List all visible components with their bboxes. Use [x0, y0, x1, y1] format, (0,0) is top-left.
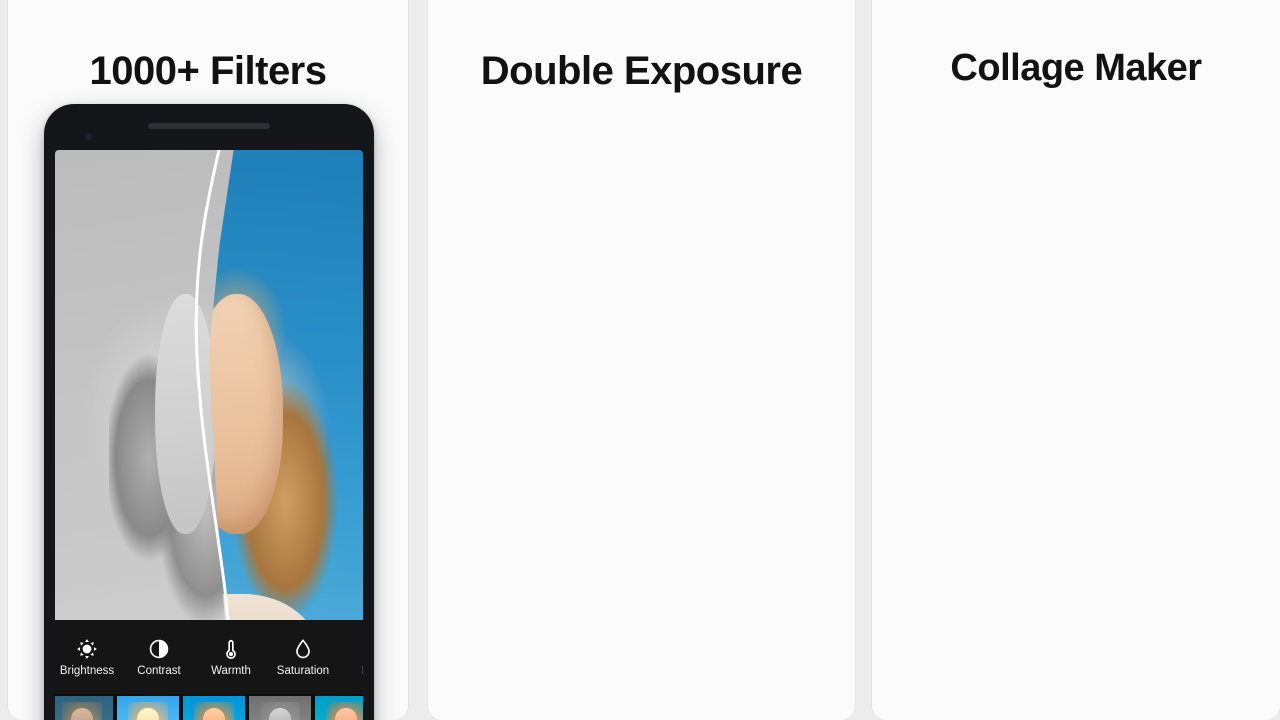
panel-filters: 1000+ Filters Brightness Contrast Warmth…	[8, 0, 408, 720]
portrait-face-before	[155, 294, 216, 534]
adjust-toolbar[interactable]: Brightness Contrast Warmth Saturation	[55, 620, 363, 694]
filter-thumbnail-strip[interactable]: Original Bright Story	[55, 694, 363, 720]
filter-thumbnail-original[interactable]: Original	[55, 696, 113, 720]
panel-collage-maker: Collage Maker	[872, 0, 1280, 720]
earpiece-speaker-icon	[148, 123, 270, 129]
contrast-icon	[148, 637, 170, 661]
adjust-tool-saturation[interactable]: Saturation	[267, 637, 339, 678]
phone-screen-filters: Brightness Contrast Warmth Saturation	[55, 150, 363, 720]
phone-device-filters: Brightness Contrast Warmth Saturation	[44, 104, 374, 720]
adjust-tool-warmth[interactable]: Warmth	[195, 637, 267, 678]
front-camera-icon	[84, 132, 93, 141]
filter-thumbnail-a1[interactable]: A-1	[315, 696, 363, 720]
thermometer-icon	[220, 637, 242, 661]
adjust-tool-label: Contrast	[137, 664, 181, 677]
adjust-tool-contrast[interactable]: Contrast	[123, 637, 195, 678]
adjust-tool-label: Fade	[362, 665, 363, 678]
panel-double-exposure: Double Exposure	[428, 0, 855, 720]
adjust-tool-fade[interactable]: Fade	[339, 637, 363, 678]
screenshot-stage: 1000+ Filters Brightness Contrast Warmth…	[0, 0, 1280, 720]
adjust-tool-label: Warmth	[211, 664, 251, 677]
filter-thumbnail-story[interactable]: Story	[183, 696, 245, 720]
filter-thumbnail-dark[interactable]: Dark	[249, 696, 311, 720]
adjust-tool-label: Brightness	[59, 664, 115, 677]
page-title-filters: 1000+ Filters	[89, 48, 328, 93]
brightness-icon	[76, 637, 98, 661]
filter-thumbnail-bright[interactable]: Bright	[117, 696, 179, 720]
adjust-tool-label: Saturation	[276, 664, 330, 677]
page-title-collage-maker: Collage Maker	[950, 47, 1202, 90]
droplet-icon	[292, 637, 314, 661]
adjust-tool-brightness[interactable]: Brightness	[55, 637, 123, 678]
page-title-double-exposure: Double Exposure	[480, 48, 803, 93]
